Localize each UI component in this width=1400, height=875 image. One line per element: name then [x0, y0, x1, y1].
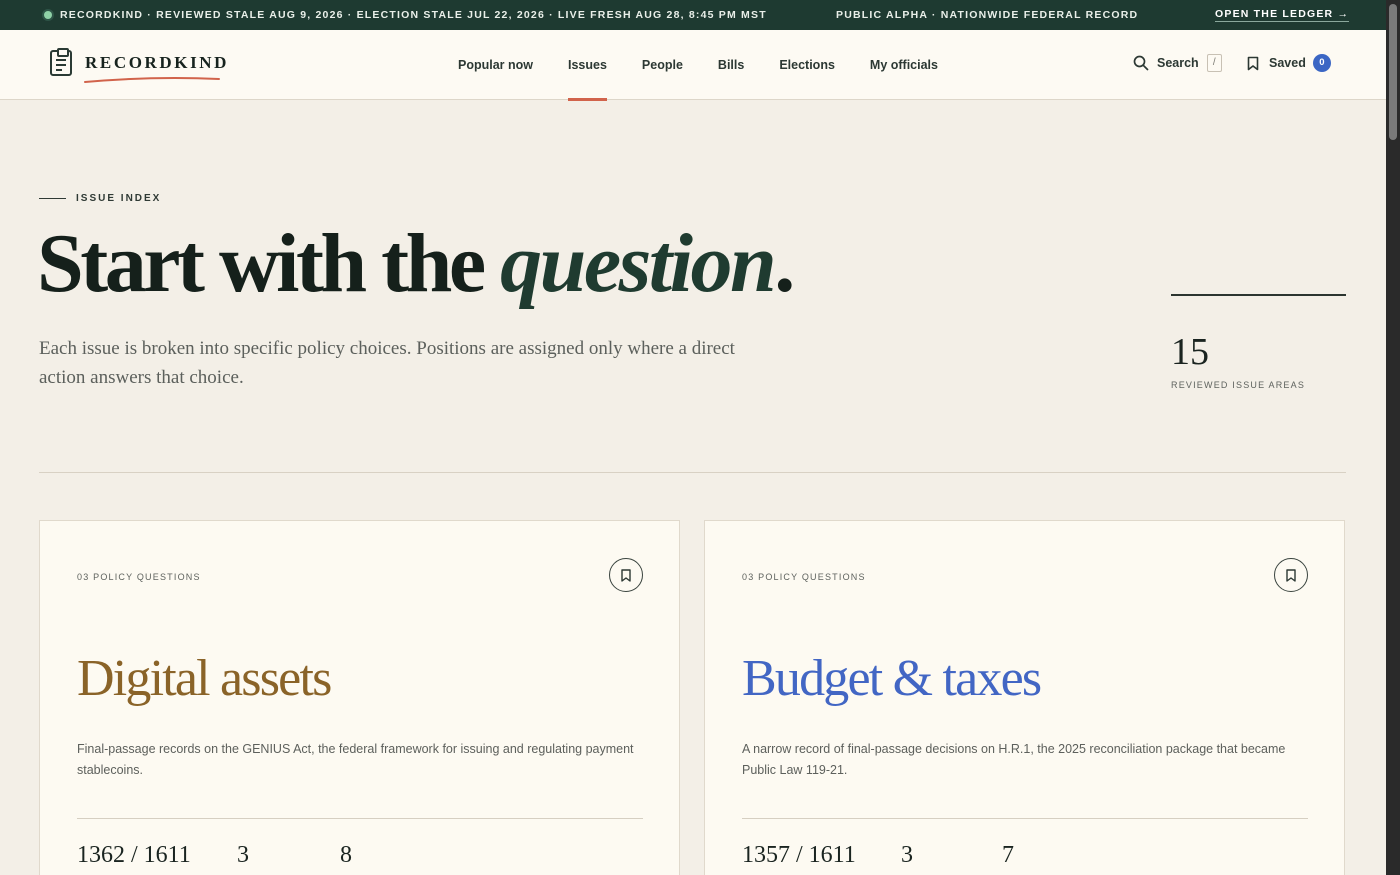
site-header: RECORDKIND Popular now Issues People Bil… [0, 30, 1386, 101]
policy-question-count: 03 POLICY QUESTIONS [742, 572, 866, 582]
issue-metric-records: 8 [340, 842, 352, 868]
clipboard-icon [50, 48, 72, 76]
issue-area-label: REVIEWED ISSUE AREAS [1171, 380, 1306, 390]
section-eyebrow: ISSUE INDEX [39, 193, 161, 204]
saved-label: Saved [1269, 56, 1306, 70]
saved-button[interactable]: Saved 0 [1247, 54, 1331, 72]
saved-count-badge: 0 [1312, 54, 1331, 72]
brand-name-text: RECORDKIND [85, 53, 230, 72]
issue-card-budget-taxes[interactable]: 03 POLICY QUESTIONS Budget & taxes A nar… [704, 520, 1345, 875]
bookmark-icon [1247, 56, 1259, 70]
issue-area-count: 15 [1171, 331, 1209, 373]
search-shortcut-key: / [1206, 54, 1222, 72]
section-divider [39, 472, 1346, 473]
bookmark-button[interactable] [609, 558, 643, 592]
search-label: Search [1157, 56, 1199, 70]
issue-description: Final-passage records on the GENIUS Act,… [77, 742, 634, 777]
search-icon [1133, 55, 1149, 71]
issue-metric-officials: 1357 / 1611 [742, 842, 856, 868]
nav-popular-now[interactable]: Popular now [458, 30, 533, 100]
issue-title[interactable]: Digital assets [77, 649, 332, 708]
issue-description: A narrow record of final-passage decisio… [742, 742, 1286, 777]
page-title: Start with the question. [37, 222, 795, 306]
title-period: . [774, 217, 795, 310]
issue-metric-officials: 1362 / 1611 [77, 842, 191, 868]
title-plain: Start with the [37, 217, 501, 310]
scrollbar-thumb[interactable] [1389, 4, 1397, 140]
nav-people[interactable]: People [642, 30, 683, 100]
eyebrow-text: ISSUE INDEX [76, 193, 162, 204]
nav-issues[interactable]: Issues [568, 30, 607, 101]
open-ledger-link[interactable]: OPEN THE LEDGER → [1215, 8, 1350, 22]
issue-card-digital-assets[interactable]: 03 POLICY QUESTIONS Digital assets Final… [39, 520, 680, 875]
card-divider [742, 818, 1308, 819]
eyebrow-rule [39, 198, 66, 199]
bookmark-icon [621, 568, 631, 582]
brand-name: RECORDKIND [84, 53, 230, 83]
brand-underline-icon [84, 77, 220, 83]
policy-question-count: 03 POLICY QUESTIONS [77, 572, 201, 582]
bookmark-icon [1286, 568, 1296, 582]
nav-elections[interactable]: Elections [779, 30, 835, 100]
issue-metric-questions: 3 [237, 842, 249, 868]
page-subtitle: Each issue is broken into specific polic… [39, 338, 735, 388]
search-button[interactable]: Search / [1133, 54, 1222, 72]
bookmark-button[interactable] [1274, 558, 1308, 592]
card-divider [77, 818, 643, 819]
issue-metric-records: 7 [1002, 842, 1014, 868]
brand-logo[interactable]: RECORDKIND [50, 48, 230, 83]
main-nav: Popular now Issues People Bills Election… [458, 30, 973, 101]
issue-title[interactable]: Budget & taxes [742, 649, 1042, 708]
status-ticker: RECORDKIND · REVIEWED STALE AUG 9, 2026 … [0, 0, 1386, 30]
issue-metric-questions: 3 [901, 842, 913, 868]
nav-my-officials[interactable]: My officials [870, 30, 938, 100]
nav-bills[interactable]: Bills [718, 30, 744, 100]
page-scrollbar[interactable] [1386, 0, 1400, 875]
ticker-status-text: RECORDKIND · REVIEWED STALE AUG 9, 2026 … [60, 9, 767, 21]
title-emphasis: question [500, 217, 777, 310]
ticker-scope-text: PUBLIC ALPHA · NATIONWIDE FEDERAL RECORD [836, 9, 1139, 21]
live-status-dot [44, 11, 52, 19]
stat-rule [1171, 294, 1346, 296]
